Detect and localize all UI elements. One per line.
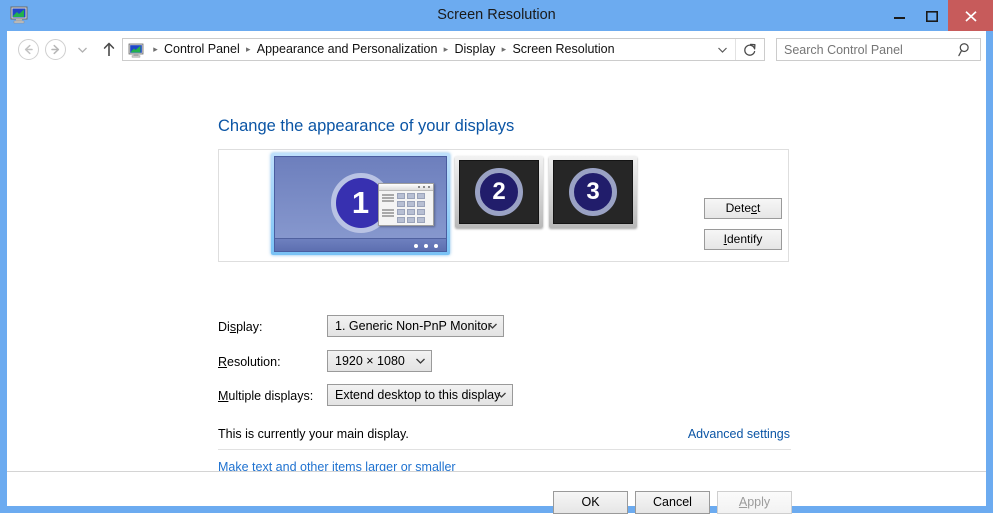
display-thumbnail-3[interactable]: 3 [549,156,637,228]
resolution-label-post: esolution: [227,355,281,369]
forward-arrow-icon [51,44,60,55]
back-button[interactable] [18,39,39,60]
resolution-label: Resolution: [218,355,281,369]
multiple-displays-label: Multiple displays: [218,389,313,403]
multiple-displays-label-post: ultiple displays: [228,389,314,403]
screen-resolution-window: Screen Resolution ▸ Control Panel ▸ Appe… [0,0,993,514]
resolution-select-value: 1920 × 1080 [335,354,405,368]
display-1-screen: 1 [274,156,447,252]
resolution-label-accel: R [218,355,228,369]
close-button[interactable] [948,0,993,31]
section-divider [218,449,791,450]
up-button[interactable] [99,39,119,60]
content-area: Change the appearance of your displays 1 [7,67,986,499]
resolution-select[interactable]: 1920 × 1080 [327,350,432,372]
address-bar[interactable]: ▸ Control Panel ▸ Appearance and Personaliz… [122,38,765,61]
breadcrumb-item-display[interactable]: Display [452,39,497,60]
breadcrumb-item-screen-resolution[interactable]: Screen Resolution [510,39,616,60]
window-title: Screen Resolution [437,7,556,23]
display-thumbnail-2[interactable]: 2 [455,156,543,228]
apply-label-post: pply [747,495,771,509]
apply-label-accel: A [738,495,748,509]
search-icon [958,42,973,57]
breadcrumb-separator: ▸ [501,44,507,55]
display-label-pre: Di [218,320,230,334]
client-area: ▸ Control Panel ▸ Appearance and Personaliz… [7,31,986,514]
detect-label-post: t [757,201,761,215]
display-select[interactable]: 1. Generic Non-PnP Monitor [327,315,504,337]
display-number-3: 3 [569,168,617,216]
chevron-down-icon [77,47,87,53]
breadcrumb-monitor-icon [128,42,144,58]
detect-button[interactable]: Detect [704,198,782,219]
breadcrumb-separator: ▸ [245,44,251,55]
window-preview-icon [378,183,434,226]
display-label-post: play: [236,320,263,334]
advanced-settings-link[interactable]: Advanced settings [688,427,790,441]
breadcrumb-separator: ▸ [443,44,449,55]
multiple-displays-select[interactable]: Extend desktop to this display [327,384,513,406]
identify-button[interactable]: Identify [704,229,782,250]
forward-button[interactable] [45,39,66,60]
minimize-button[interactable] [884,0,915,31]
chevron-down-icon [497,385,506,405]
maximize-button[interactable] [916,0,947,31]
close-icon [964,11,977,22]
refresh-button[interactable] [735,39,764,60]
display-1-taskbar [275,238,446,251]
breadcrumb-item-control-panel[interactable]: Control Panel [162,39,242,60]
display-label: Display: [218,320,262,334]
breadcrumb-item-appearance[interactable]: Appearance and Personalization [255,39,440,60]
identify-label-post: dentify [726,232,763,246]
back-arrow-icon [24,44,33,55]
chevron-down-icon [416,351,425,371]
refresh-icon [744,43,756,56]
breadcrumb-separator: ▸ [153,44,158,55]
display-2-screen: 2 [459,160,539,224]
breadcrumb: ▸ Control Panel ▸ Appearance and Personaliz… [149,39,617,60]
multiple-displays-select-value: Extend desktop to this display [335,388,501,402]
search-box[interactable] [776,38,981,61]
apply-button: Apply [717,491,792,514]
minimize-icon [894,17,905,19]
search-input[interactable] [784,39,949,60]
chevron-down-icon [488,316,497,336]
ok-button[interactable]: OK [553,491,628,514]
main-display-status: This is currently your main display. [218,427,409,441]
multiple-displays-label-accel: M [218,389,229,403]
page-title: Change the appearance of your displays [218,117,515,135]
detect-label-pre: Dete [725,201,751,215]
display-select-value: 1. Generic Non-PnP Monitor [335,319,492,333]
chevron-down-icon [718,47,727,53]
title-bar: Screen Resolution [0,0,993,31]
recent-pages-button[interactable] [73,39,91,60]
address-dropdown-button[interactable] [712,39,733,60]
dialog-button-bar: OK Cancel Apply [7,472,986,514]
maximize-icon [925,11,938,22]
cancel-button[interactable]: Cancel [635,491,710,514]
display-3-screen: 3 [553,160,633,224]
navigation-bar: ▸ Control Panel ▸ Appearance and Personaliz… [7,31,986,67]
display-thumbnail-1[interactable]: 1 [271,153,450,255]
up-arrow-icon [103,42,115,56]
display-number-2: 2 [475,168,523,216]
